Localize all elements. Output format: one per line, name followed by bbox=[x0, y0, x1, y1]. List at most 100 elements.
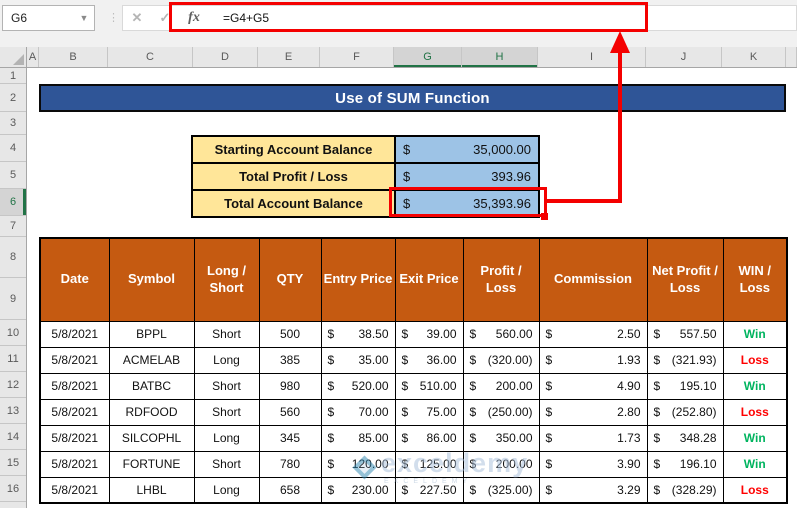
exit-price-cell[interactable]: $36.00 bbox=[394, 346, 464, 374]
net-profit-loss-cell[interactable]: $348.28 bbox=[646, 424, 724, 452]
commission-cell[interactable]: $4.90 bbox=[538, 372, 648, 400]
net-profit-loss-cell[interactable]: $557.50 bbox=[646, 320, 724, 348]
trades-header-4[interactable]: Entry Price bbox=[320, 237, 396, 322]
net-profit-loss-cell[interactable]: $ (321.93) bbox=[646, 346, 724, 374]
profit-loss-cell[interactable]: $200.00 bbox=[462, 372, 540, 400]
exit-price-cell[interactable]: $227.50 bbox=[394, 476, 464, 504]
summary-label[interactable]: Total Profit / Loss bbox=[192, 163, 395, 190]
summary-label[interactable]: Starting Account Balance bbox=[192, 136, 395, 163]
column-header-f[interactable]: F bbox=[320, 47, 394, 67]
trades-header-9[interactable]: WIN / Loss bbox=[722, 237, 788, 322]
entry-price-cell[interactable]: $85.00 bbox=[320, 424, 396, 452]
trades-header-0[interactable]: Date bbox=[39, 237, 110, 322]
trades-header-5[interactable]: Exit Price bbox=[394, 237, 464, 322]
qty-cell[interactable]: 780 bbox=[258, 450, 322, 478]
formula-field[interactable]: ✕ ✓ fx =G4+G5 bbox=[122, 5, 797, 31]
summary-label[interactable]: Total Account Balance bbox=[192, 190, 395, 217]
date-cell[interactable]: 5/8/2021 bbox=[39, 424, 110, 452]
net-profit-loss-cell[interactable]: $ (252.80) bbox=[646, 398, 724, 426]
symbol-cell[interactable]: BPPL bbox=[108, 320, 195, 348]
trades-header-8[interactable]: Net Profit / Loss bbox=[646, 237, 724, 322]
profit-loss-cell[interactable]: $560.00 bbox=[462, 320, 540, 348]
column-header-c[interactable]: C bbox=[108, 47, 193, 67]
position-cell[interactable]: Short bbox=[193, 450, 260, 478]
summary-value[interactable]: $35,393.96 bbox=[395, 190, 539, 217]
position-cell[interactable]: Short bbox=[193, 398, 260, 426]
exit-price-cell[interactable]: $125.00 bbox=[394, 450, 464, 478]
summary-value[interactable]: $35,000.00 bbox=[395, 136, 539, 163]
row-header-7[interactable]: 7 bbox=[0, 216, 26, 237]
date-cell[interactable]: 5/8/2021 bbox=[39, 476, 110, 504]
symbol-cell[interactable]: SILCOPHL bbox=[108, 424, 195, 452]
qty-cell[interactable]: 500 bbox=[258, 320, 322, 348]
profit-loss-cell[interactable]: $350.00 bbox=[462, 424, 540, 452]
win-loss-cell[interactable]: Win bbox=[722, 320, 788, 348]
trades-header-3[interactable]: QTY bbox=[258, 237, 322, 322]
trades-header-2[interactable]: Long / Short bbox=[193, 237, 260, 322]
insert-function-icon[interactable]: fx bbox=[179, 10, 209, 26]
column-header-h[interactable]: H bbox=[462, 47, 538, 67]
date-cell[interactable]: 5/8/2021 bbox=[39, 398, 110, 426]
symbol-cell[interactable]: ACMELAB bbox=[108, 346, 195, 374]
trades-header-7[interactable]: Commission bbox=[538, 237, 648, 322]
exit-price-cell[interactable]: $510.00 bbox=[394, 372, 464, 400]
commission-cell[interactable]: $1.73 bbox=[538, 424, 648, 452]
symbol-cell[interactable]: RDFOOD bbox=[108, 398, 195, 426]
date-cell[interactable]: 5/8/2021 bbox=[39, 372, 110, 400]
date-cell[interactable]: 5/8/2021 bbox=[39, 346, 110, 374]
row-header-4[interactable]: 4 bbox=[0, 135, 26, 162]
formula-input[interactable]: =G4+G5 bbox=[209, 11, 269, 25]
win-loss-cell[interactable]: Loss bbox=[722, 476, 788, 504]
row-header-6[interactable]: 6 bbox=[0, 189, 26, 216]
row-header-1[interactable]: 1 bbox=[0, 68, 26, 84]
row-header-9[interactable]: 9 bbox=[0, 278, 26, 320]
row-header-15[interactable]: 15 bbox=[0, 450, 26, 476]
column-header-d[interactable]: D bbox=[193, 47, 258, 67]
commission-cell[interactable]: $1.93 bbox=[538, 346, 648, 374]
position-cell[interactable]: Short bbox=[193, 372, 260, 400]
row-header-10[interactable]: 10 bbox=[0, 320, 26, 346]
column-header-a[interactable]: A bbox=[27, 47, 39, 67]
win-loss-cell[interactable]: Loss bbox=[722, 398, 788, 426]
row-header-5[interactable]: 5 bbox=[0, 162, 26, 189]
row-header-13[interactable]: 13 bbox=[0, 398, 26, 424]
trades-header-1[interactable]: Symbol bbox=[108, 237, 195, 322]
win-loss-cell[interactable]: Win bbox=[722, 450, 788, 478]
trades-header-6[interactable]: Profit / Loss bbox=[462, 237, 540, 322]
profit-loss-cell[interactable]: $ (250.00) bbox=[462, 398, 540, 426]
qty-cell[interactable]: 980 bbox=[258, 372, 322, 400]
symbol-cell[interactable]: BATBC bbox=[108, 372, 195, 400]
qty-cell[interactable]: 560 bbox=[258, 398, 322, 426]
column-header-e[interactable]: E bbox=[258, 47, 320, 67]
commission-cell[interactable]: $3.29 bbox=[538, 476, 648, 504]
row-header-8[interactable]: 8 bbox=[0, 237, 26, 278]
net-profit-loss-cell[interactable]: $195.10 bbox=[646, 372, 724, 400]
position-cell[interactable]: Long bbox=[193, 476, 260, 504]
entry-price-cell[interactable]: $35.00 bbox=[320, 346, 396, 374]
summary-value[interactable]: $393.96 bbox=[395, 163, 539, 190]
qty-cell[interactable]: 658 bbox=[258, 476, 322, 504]
row-header-16[interactable]: 16 bbox=[0, 476, 26, 502]
net-profit-loss-cell[interactable]: $ (328.29) bbox=[646, 476, 724, 504]
row-header-12[interactable]: 12 bbox=[0, 372, 26, 398]
row-header-2[interactable]: 2 bbox=[0, 84, 26, 112]
commission-cell[interactable]: $2.50 bbox=[538, 320, 648, 348]
row-header-3[interactable]: 3 bbox=[0, 112, 26, 135]
qty-cell[interactable]: 345 bbox=[258, 424, 322, 452]
name-box-dropdown-icon[interactable]: ▼ bbox=[74, 13, 94, 23]
net-profit-loss-cell[interactable]: $196.10 bbox=[646, 450, 724, 478]
column-header-k[interactable]: K bbox=[722, 47, 786, 67]
date-cell[interactable]: 5/8/2021 bbox=[39, 450, 110, 478]
date-cell[interactable]: 5/8/2021 bbox=[39, 320, 110, 348]
entry-price-cell[interactable]: $70.00 bbox=[320, 398, 396, 426]
position-cell[interactable]: Long bbox=[193, 346, 260, 374]
exit-price-cell[interactable]: $75.00 bbox=[394, 398, 464, 426]
cancel-icon[interactable]: ✕ bbox=[123, 10, 151, 26]
qty-cell[interactable]: 385 bbox=[258, 346, 322, 374]
sheet-title-cell[interactable]: Use of SUM Function bbox=[39, 84, 786, 112]
exit-price-cell[interactable]: $86.00 bbox=[394, 424, 464, 452]
profit-loss-cell[interactable]: $ (320.00) bbox=[462, 346, 540, 374]
entry-price-cell[interactable]: $38.50 bbox=[320, 320, 396, 348]
commission-cell[interactable]: $3.90 bbox=[538, 450, 648, 478]
position-cell[interactable]: Long bbox=[193, 424, 260, 452]
